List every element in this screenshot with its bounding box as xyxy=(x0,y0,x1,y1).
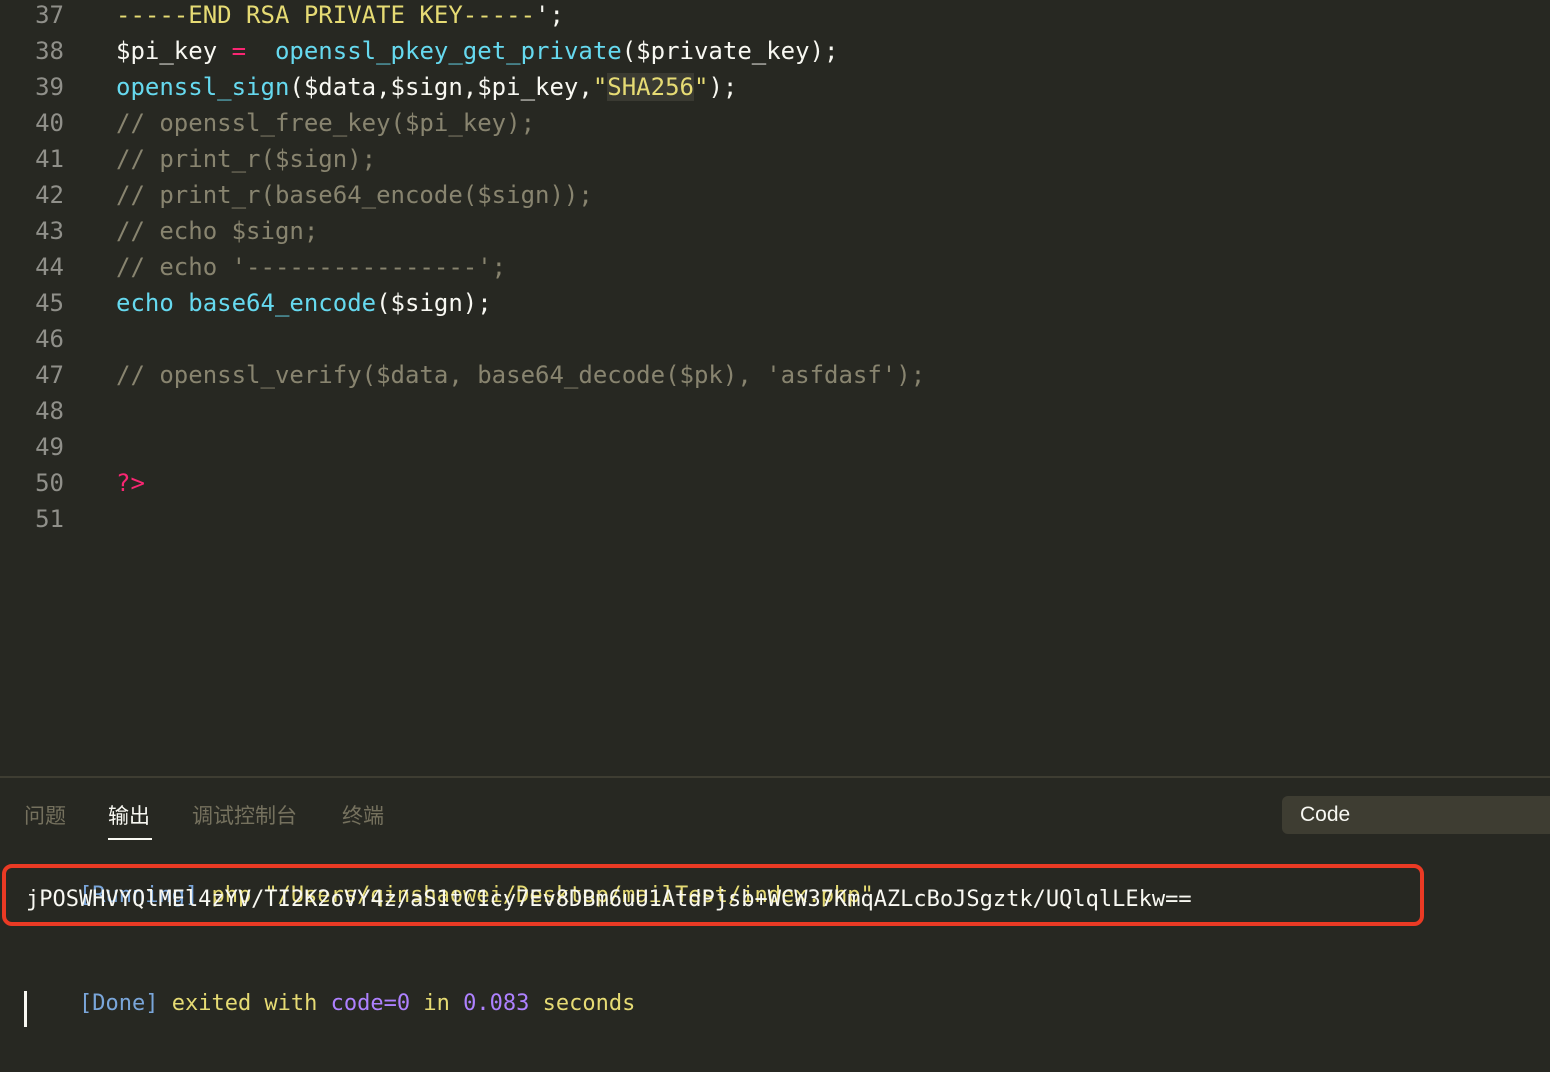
bottom-panel: 问题 输出 调试控制台 终端 Code [Running] php "/User… xyxy=(0,776,1550,1072)
code-token: base64_encode xyxy=(188,289,377,317)
code-text: // print_r(base64_encode($sign)); xyxy=(116,177,593,213)
done-seconds: seconds xyxy=(529,991,636,1016)
line-number: 43 xyxy=(35,217,64,245)
code-token: // openssl_verify($data, base64_decode($… xyxy=(116,361,926,389)
output-result-line: jPOSWHVYQlMEl4zYV/TI2K2oVY4z/aS1tC1cy7Ev… xyxy=(26,887,1192,912)
code-line[interactable]: 46 xyxy=(0,321,1550,357)
code-text: // echo '----------------'; xyxy=(116,249,506,285)
done-text: exited with xyxy=(158,991,331,1016)
done-tag: [Done] xyxy=(78,991,159,1016)
code-editor[interactable]: 37 -----END RSA PRIVATE KEY-----'; 38 $pi_k… xyxy=(0,0,1550,776)
code-token: $pi_key xyxy=(116,37,232,65)
code-text: $pi_key = openssl_pkey_get_private($priv… xyxy=(116,33,838,69)
code-token: // print_r(base64_encode($sign)); xyxy=(116,181,593,209)
line-number: 40 xyxy=(35,109,64,137)
done-in: in xyxy=(410,991,464,1016)
line-number: 38 xyxy=(35,37,64,65)
code-text: -----END RSA PRIVATE KEY-----'; xyxy=(116,0,564,33)
code-token: = xyxy=(231,37,247,65)
exit-code: code=0 xyxy=(330,991,411,1016)
output-channel-select[interactable]: Code xyxy=(1282,796,1550,834)
code-token: ($sign); xyxy=(376,289,492,317)
code-line[interactable]: 41 // print_r($sign); xyxy=(0,141,1550,177)
code-line[interactable]: 49 xyxy=(0,429,1550,465)
code-token: openssl_pkey_get_private xyxy=(274,37,622,65)
code-line[interactable]: 45 echo base64_encode($sign); xyxy=(0,285,1550,321)
code-line[interactable]: 50 ?> xyxy=(0,465,1550,501)
code-token: ?> xyxy=(116,469,145,497)
code-text: // openssl_verify($data, base64_decode($… xyxy=(116,357,925,393)
code-text: // print_r($sign); xyxy=(116,141,376,177)
code-line[interactable]: 51 xyxy=(0,501,1550,537)
code-token: " xyxy=(592,73,608,101)
tab-problems[interactable]: 问题 xyxy=(24,800,66,830)
code-line[interactable]: 43 // echo $sign; xyxy=(0,213,1550,249)
line-number: 42 xyxy=(35,181,64,209)
tab-terminal[interactable]: 终端 xyxy=(342,800,384,830)
code-token: '; xyxy=(535,1,564,29)
code-token: echo xyxy=(116,289,189,317)
code-token: // openssl_free_key($pi_key); xyxy=(116,109,536,137)
code-line[interactable]: 39 openssl_sign($data,$sign,$pi_key,"SHA2… xyxy=(0,69,1550,105)
done-time: 0.083 xyxy=(463,991,530,1016)
code-line[interactable]: 40 // openssl_free_key($pi_key); xyxy=(0,105,1550,141)
tab-debug-console[interactable]: 调试控制台 xyxy=(192,800,297,830)
text-cursor xyxy=(24,991,27,1027)
code-token: openssl_sign xyxy=(116,73,290,101)
code-line[interactable]: 37 -----END RSA PRIVATE KEY-----'; xyxy=(0,0,1550,33)
output-done-line: [Done] exited with code=0 in 0.083 secon… xyxy=(26,956,635,1052)
tab-output[interactable]: 输出 xyxy=(108,800,150,830)
code-text: echo base64_encode($sign); xyxy=(116,285,492,321)
active-tab-indicator xyxy=(108,838,152,840)
line-number: 49 xyxy=(35,433,64,461)
line-number: 41 xyxy=(35,145,64,173)
code-token: // echo $sign; xyxy=(116,217,319,245)
line-number: 46 xyxy=(35,325,64,353)
line-number: 51 xyxy=(35,505,64,533)
code-token: ($private_key); xyxy=(621,37,839,65)
code-text: // echo $sign; xyxy=(116,213,318,249)
code-token: " xyxy=(693,73,709,101)
code-line[interactable]: 48 xyxy=(0,393,1550,429)
output-channel-label: Code xyxy=(1300,803,1351,826)
code-token: // echo '----------------'; xyxy=(116,253,507,281)
code-line[interactable]: 42 // print_r(base64_encode($sign)); xyxy=(0,177,1550,213)
line-number: 45 xyxy=(35,289,64,317)
code-text: openssl_sign($data,$sign,$pi_key,"SHA256… xyxy=(116,69,737,105)
code-token: SHA256 xyxy=(607,73,694,101)
code-text: ?> xyxy=(116,465,145,501)
code-line[interactable]: 47 // openssl_verify($data, base64_decode… xyxy=(0,357,1550,393)
line-number: 37 xyxy=(35,1,64,29)
code-token: // print_r($sign); xyxy=(116,145,377,173)
line-number: 44 xyxy=(35,253,64,281)
code-text: // openssl_free_key($pi_key); xyxy=(116,105,535,141)
line-number: 39 xyxy=(35,73,64,101)
line-number: 50 xyxy=(35,469,64,497)
code-line[interactable]: 38 $pi_key = openssl_pkey_get_private($pr… xyxy=(0,33,1550,69)
code-line[interactable]: 44 // echo '----------------'; xyxy=(0,249,1550,285)
line-number: 47 xyxy=(35,361,64,389)
code-token: ); xyxy=(708,73,738,101)
code-token: -----END RSA PRIVATE KEY----- xyxy=(116,1,536,29)
line-number: 48 xyxy=(35,397,64,425)
code-token: ($data,$sign,$pi_key, xyxy=(289,73,593,101)
